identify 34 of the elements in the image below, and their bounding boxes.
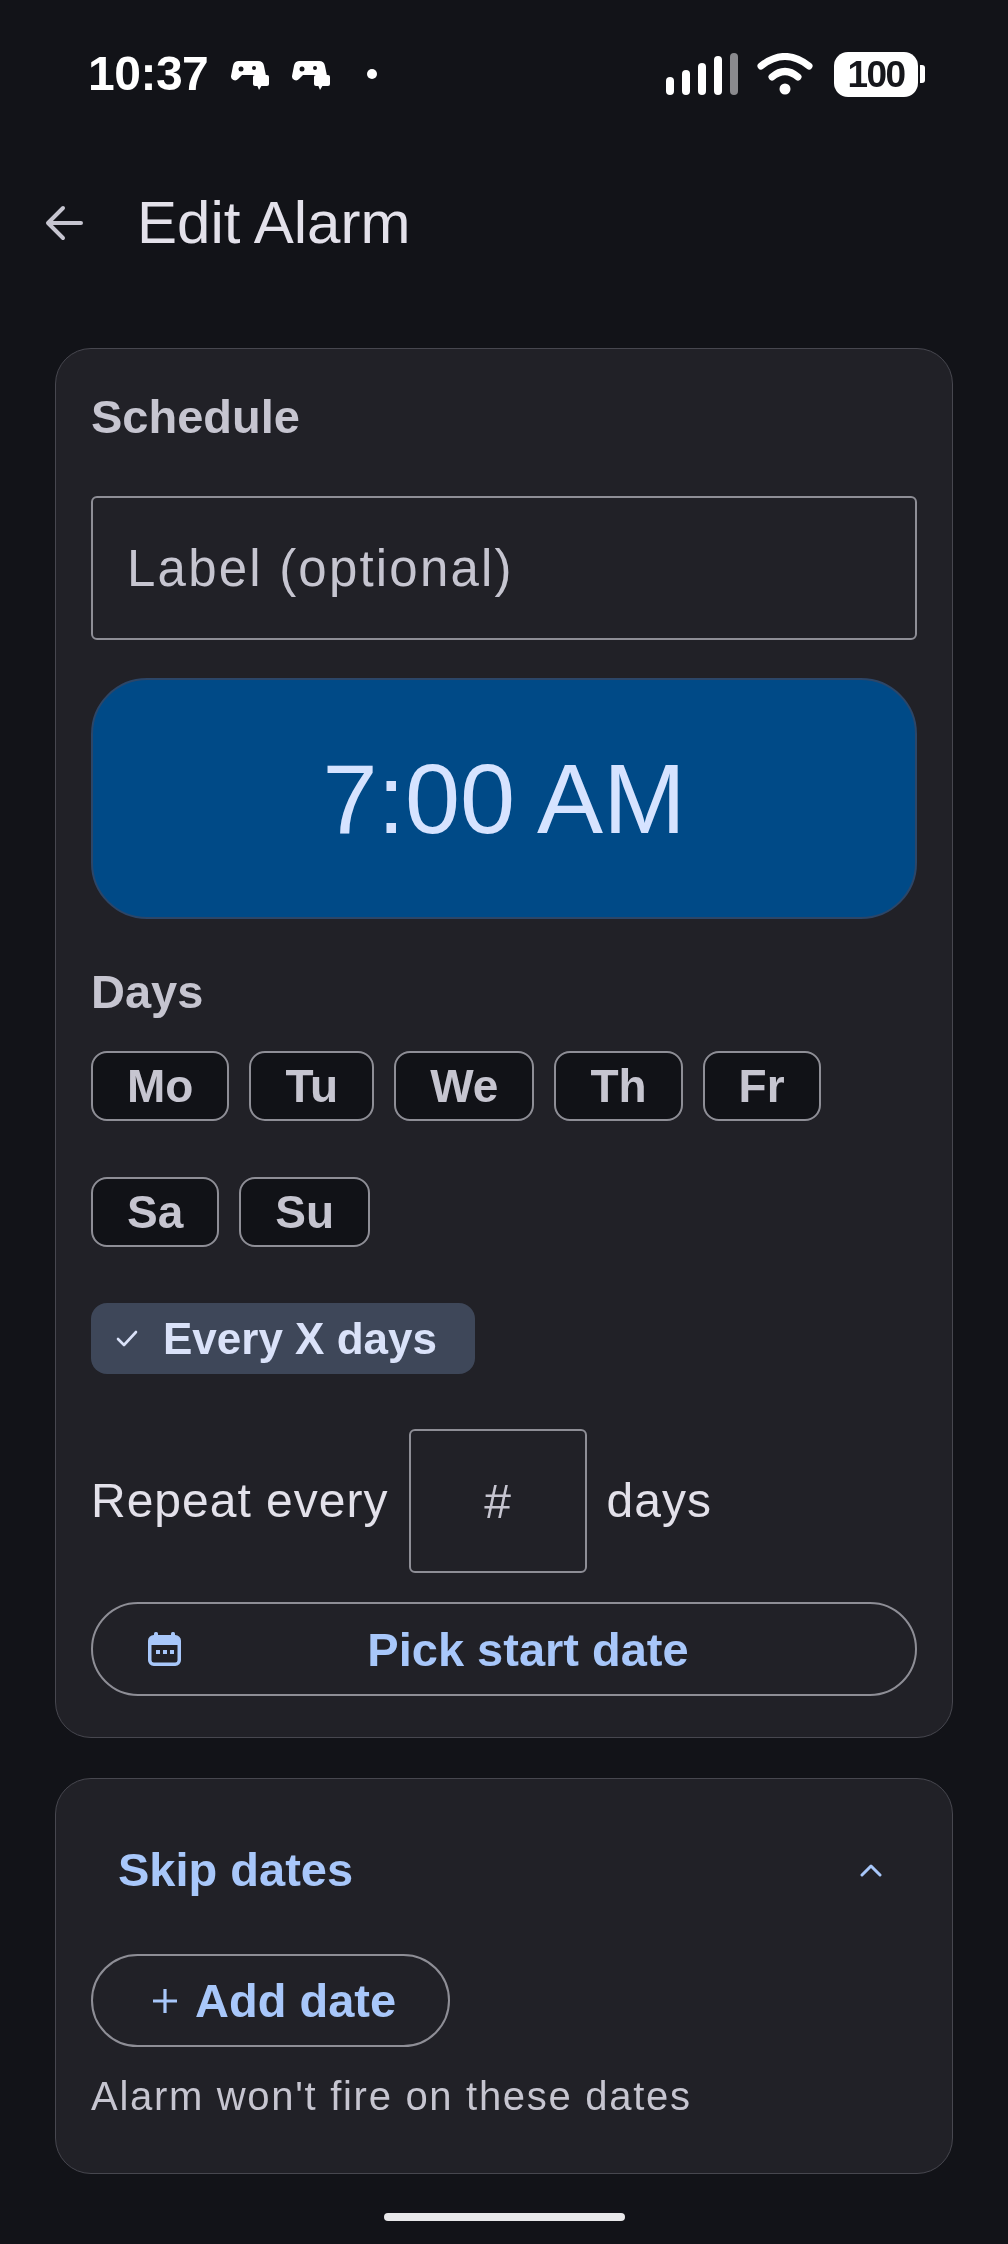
days-unit-label: days <box>606 1473 712 1529</box>
section-title: Schedule <box>91 389 301 445</box>
back-button[interactable] <box>44 203 84 243</box>
chevron-up-icon <box>860 1863 882 1877</box>
skip-dates-header[interactable]: Skip dates <box>91 1810 917 1930</box>
back-arrow-icon <box>45 205 83 241</box>
day-chip[interactable]: Sa <box>91 1177 220 1247</box>
wifi-icon <box>757 53 813 95</box>
days-title: Days <box>91 964 205 1020</box>
hint-text: Alarm won't fire on these dates <box>91 2073 693 2120</box>
screen-title: Edit Alarm <box>137 188 411 258</box>
status-time: 10:37 <box>88 46 209 102</box>
signal-icon <box>666 53 738 95</box>
plus-icon <box>152 1987 178 2014</box>
add-date-button[interactable]: Add date <box>91 1954 451 2047</box>
pick-start-date-button[interactable]: Pick start date <box>91 1602 917 1696</box>
day-chip[interactable]: We <box>394 1051 535 1121</box>
day-chip[interactable]: Tu <box>249 1051 375 1121</box>
day-chip[interactable]: Mo <box>91 1051 230 1121</box>
calendar-icon <box>148 1632 181 1666</box>
time-picker-button[interactable]: 7:00 AM <box>91 678 917 919</box>
label-input-field[interactable]: Label (optional) <box>91 496 917 640</box>
interval-input-field[interactable]: # <box>408 1429 587 1573</box>
day-chip[interactable]: Th <box>554 1051 683 1121</box>
day-chip[interactable]: Su <box>239 1177 371 1247</box>
notification-dot-icon <box>367 69 378 79</box>
battery-indicator: 100 <box>834 51 918 97</box>
gamepad-icon <box>231 58 270 90</box>
check-icon <box>116 1330 138 1347</box>
gamepad-icon <box>292 58 331 90</box>
battery-tip-icon <box>920 65 925 83</box>
day-chip[interactable]: Fr <box>702 1051 821 1121</box>
repeat-label: Repeat every <box>91 1473 389 1529</box>
filter-chip[interactable]: Every X days <box>91 1303 475 1374</box>
